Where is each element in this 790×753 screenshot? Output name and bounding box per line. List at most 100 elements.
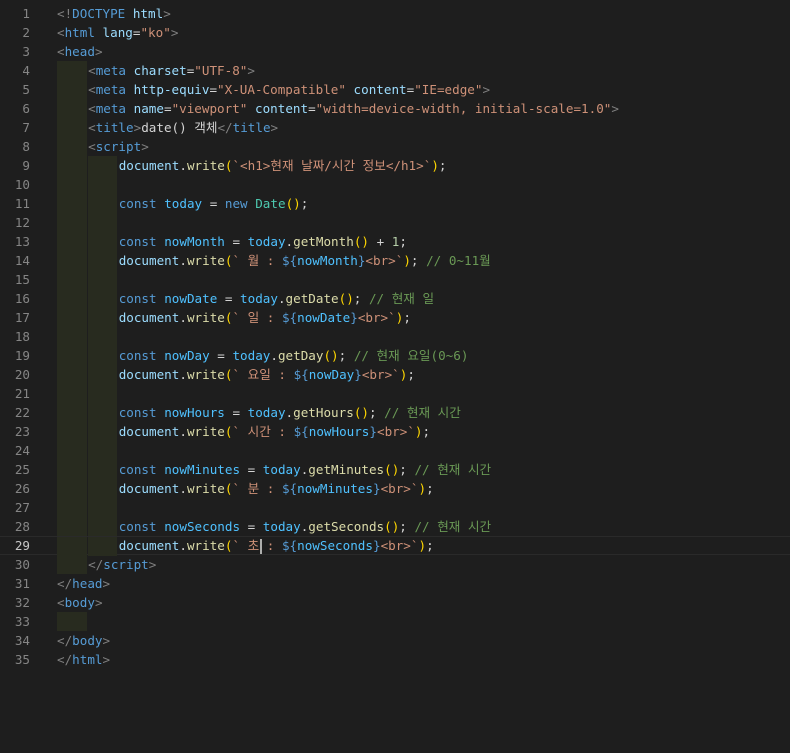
code-line[interactable]: 3 <head> [0, 42, 790, 61]
code-token: content [254, 101, 309, 116]
code-line[interactable]: 10 [0, 175, 790, 194]
code-line[interactable]: 33 [0, 612, 790, 631]
code-line[interactable]: 30 </script> [0, 555, 790, 574]
code-line[interactable]: 22 const nowHours = today.getHours(); // … [0, 403, 790, 422]
code-text[interactable]: <body> [57, 593, 103, 612]
code-line[interactable]: 20 document.write(` 요일 : ${nowDay}<br>`); [0, 365, 790, 384]
code-line[interactable]: 34 </body> [0, 631, 790, 650]
code-token: ; [368, 405, 385, 420]
code-line[interactable]: 23 document.write(` 시간 : ${nowHours}<br>`… [0, 422, 790, 441]
code-line[interactable]: 9 document.write(`<h1>현재 날짜/시간 정보</h1>`); [0, 156, 790, 175]
code-line[interactable]: 17 document.write(` 일 : ${nowDate}<br>`); [0, 308, 790, 327]
indent-guide [88, 251, 117, 270]
indent-guide [57, 612, 87, 631]
code-token: . [179, 538, 187, 553]
code-text[interactable]: document.write(` 요일 : ${nowDay}<br>`); [119, 365, 415, 384]
code-text[interactable]: <!DOCTYPE html> [57, 4, 171, 23]
code-line[interactable]: 14 document.write(` 월 : ${nowMonth}<br>`)… [0, 251, 790, 270]
code-line[interactable]: 21 [0, 384, 790, 403]
code-line[interactable]: 18 [0, 327, 790, 346]
code-line[interactable]: 2 <html lang="ko"> [0, 23, 790, 42]
indent-guide [88, 422, 117, 441]
code-text[interactable]: <script> [88, 137, 149, 156]
code-text[interactable]: const nowDate = today.getDate(); // 현재 일 [119, 289, 434, 308]
code-line[interactable]: 24 [0, 441, 790, 460]
indent-guide [57, 156, 87, 175]
code-token: html [132, 6, 164, 21]
code-text[interactable]: </head> [57, 574, 110, 593]
indent-guide [57, 232, 87, 251]
line-number: 2 [22, 25, 30, 40]
code-token: ) [418, 481, 427, 496]
code-token: <! [57, 6, 73, 21]
code-text[interactable]: const nowSeconds = today.getSeconds(); /… [119, 517, 491, 536]
code-token: title [95, 120, 134, 135]
code-token: <br>` [357, 310, 396, 325]
code-text[interactable]: const nowMonth = today.getMonth() + 1; [119, 232, 407, 251]
indent-guide [88, 517, 117, 536]
indent-guide [57, 555, 87, 574]
code-text[interactable]: <html lang="ko"> [57, 23, 178, 42]
code-token: < [57, 44, 65, 59]
code-text[interactable]: document.write(` 일 : ${nowDate}<br>`); [119, 308, 411, 327]
code-line[interactable]: 13 const nowMonth = today.getMonth() + 1; [0, 232, 790, 251]
code-text[interactable]: const today = new Date(); [119, 194, 309, 213]
code-token: // 현재 시간 [414, 462, 492, 477]
code-line[interactable]: 16 const nowDate = today.getDate(); // 현재… [0, 289, 790, 308]
code-text[interactable]: const nowHours = today.getHours(); // 현재… [119, 403, 461, 422]
line-number: 34 [14, 633, 30, 648]
code-line[interactable]: 1 <!DOCTYPE html> [0, 4, 790, 23]
code-text[interactable]: document.write(` 분 : ${nowMinutes}<br>`)… [119, 479, 434, 498]
code-token: = [209, 82, 218, 97]
code-token: today [247, 405, 286, 420]
code-line[interactable]: 12 [0, 213, 790, 232]
code-text[interactable]: <head> [57, 42, 103, 61]
code-line[interactable]: 28 const nowSeconds = today.getSeconds();… [0, 517, 790, 536]
code-line[interactable]: 31 </head> [0, 574, 790, 593]
code-line[interactable]: 5 <meta http-equiv="X-UA-Compatible" cont… [0, 80, 790, 99]
code-line[interactable]: 25 const nowMinutes = today.getMinutes();… [0, 460, 790, 479]
code-line[interactable]: 8 <script> [0, 137, 790, 156]
code-text[interactable]: document.write(`<h1>현재 날짜/시간 정보</h1>`); [119, 156, 447, 175]
indent-guide [88, 537, 117, 556]
code-line[interactable]: 15 [0, 270, 790, 289]
code-line[interactable]: 6 <meta name="viewport" content="width=de… [0, 99, 790, 118]
indent-guide [57, 537, 87, 556]
code-token: title [232, 120, 271, 135]
code-editor[interactable]: 1 <!DOCTYPE html> 2 <html lang="ko"> 3 <head>… [0, 0, 790, 753]
code-text[interactable]: document.write(` 시간 : ${nowHours}<br>`); [119, 422, 430, 441]
code-line[interactable]: 35 </html> [0, 650, 790, 669]
code-line[interactable]: 27 [0, 498, 790, 517]
code-line[interactable]: 7 <title>date() 객체</title> [0, 118, 790, 137]
code-text[interactable]: document.write(` 초 : ${nowSeconds}<br>`)… [119, 537, 434, 554]
code-text[interactable]: <meta charset="UTF-8"> [88, 61, 255, 80]
code-token: > [611, 101, 619, 116]
code-token: getHours [293, 405, 354, 420]
line-number: 29 [14, 538, 30, 553]
code-token: today [262, 462, 301, 477]
line-number: 21 [14, 386, 30, 401]
code-token: </ [217, 120, 233, 135]
code-line[interactable]: 11 const today = new Date(); [0, 194, 790, 213]
code-text[interactable]: const nowDay = today.getDay(); // 현재 요일(… [119, 346, 469, 365]
indent-guide [57, 327, 87, 346]
code-text[interactable]: <title>date() 객체</title> [88, 118, 278, 137]
code-text[interactable]: </body> [57, 631, 110, 650]
code-line[interactable]: 19 const nowDay = today.getDay(); // 현재 요… [0, 346, 790, 365]
code-text[interactable]: </html> [57, 650, 110, 669]
code-line[interactable]: 29 document.write(` 초 : ${nowSeconds}<br>… [0, 536, 790, 556]
code-token: > [94, 44, 103, 59]
code-token: today [247, 234, 286, 249]
code-text[interactable]: </script> [88, 555, 156, 574]
code-token: <br>` [377, 424, 415, 439]
code-line[interactable]: 4 <meta charset="UTF-8"> [0, 61, 790, 80]
code-token: nowSeconds [164, 519, 241, 534]
code-text[interactable]: document.write(` 월 : ${nowMonth}<br>`); … [119, 251, 491, 270]
code-text[interactable]: const nowMinutes = today.getMinutes(); /… [119, 460, 491, 479]
code-text[interactable]: <meta http-equiv="X-UA-Compatible" conte… [88, 80, 490, 99]
code-text[interactable]: <meta name="viewport" content="width=dev… [88, 99, 619, 118]
code-line[interactable]: 32 <body> [0, 593, 790, 612]
code-line[interactable]: 26 document.write(` 분 : ${nowMinutes}<br>… [0, 479, 790, 498]
